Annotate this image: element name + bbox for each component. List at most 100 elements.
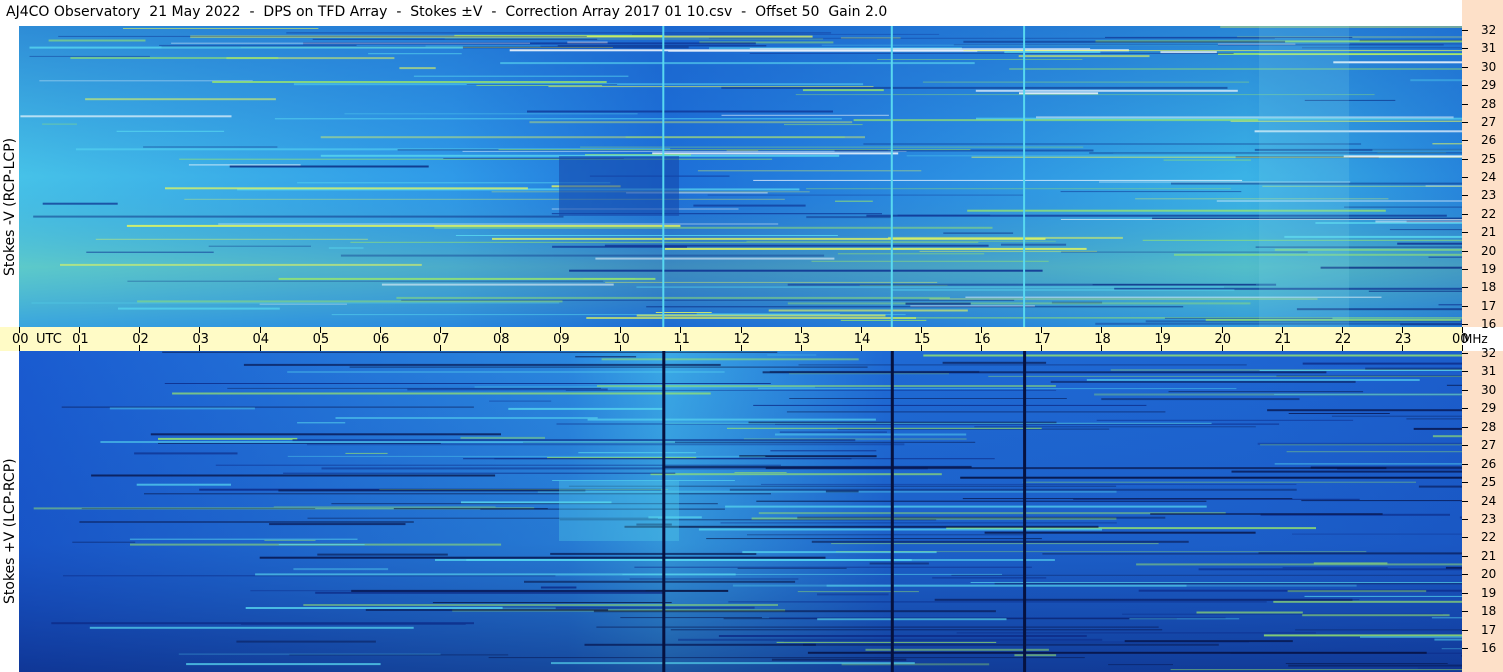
streak	[784, 124, 863, 126]
streak	[1129, 618, 1240, 620]
streak	[48, 39, 146, 42]
streak	[786, 411, 1166, 413]
streak	[306, 443, 905, 446]
streak	[891, 289, 1235, 291]
streak	[636, 286, 1224, 288]
streak	[399, 67, 436, 70]
streak	[1001, 243, 1067, 246]
streak	[79, 521, 414, 523]
streak	[737, 567, 847, 569]
streak	[595, 257, 835, 260]
streak	[877, 59, 1083, 60]
streak	[476, 85, 603, 86]
streak	[165, 187, 528, 190]
streak	[587, 418, 876, 421]
streak	[749, 52, 1234, 54]
streak	[1196, 611, 1303, 614]
streak	[1163, 159, 1251, 161]
streak	[746, 240, 1056, 242]
streak	[413, 75, 629, 77]
streak	[1285, 663, 1448, 664]
streak	[1410, 79, 1462, 82]
freq-label: 16	[1481, 641, 1497, 655]
streak	[798, 364, 1247, 366]
streak	[753, 404, 1147, 406]
streak	[1018, 55, 1150, 58]
streak	[963, 50, 1462, 52]
freq-tick	[1462, 103, 1468, 105]
streak	[396, 296, 950, 299]
streak	[407, 388, 608, 391]
streak	[243, 363, 721, 366]
streak	[1434, 638, 1462, 641]
streak	[922, 81, 1250, 83]
streak	[215, 464, 782, 466]
streak	[753, 179, 1243, 181]
streak	[853, 119, 1259, 122]
streak	[670, 629, 1163, 631]
streak	[866, 214, 1447, 217]
time-label: 08	[493, 332, 510, 347]
streak	[1438, 304, 1462, 306]
streak	[137, 300, 563, 303]
streak	[179, 158, 773, 160]
streak	[116, 130, 225, 132]
streak	[1286, 451, 1462, 453]
streak	[1273, 600, 1462, 603]
streak	[565, 389, 1057, 391]
streak	[70, 57, 279, 59]
streak	[1288, 413, 1390, 414]
streak	[171, 42, 530, 44]
streak	[1114, 599, 1360, 601]
streak	[365, 609, 609, 611]
streak	[1389, 229, 1462, 231]
streak	[629, 578, 799, 580]
streak	[668, 50, 978, 52]
streak	[605, 281, 938, 283]
freq-label: 26	[1481, 133, 1497, 148]
streak	[932, 577, 1047, 579]
streak	[208, 245, 311, 247]
streak	[1014, 654, 1057, 657]
vertical-line	[890, 26, 893, 327]
chart-title: AJ4CO Observatory 21 May 2022 - DPS on T…	[6, 4, 888, 20]
streak	[1368, 290, 1462, 292]
streak	[283, 472, 676, 474]
vertical-line	[1023, 351, 1027, 672]
freq-label: 28	[1481, 96, 1497, 111]
streak	[988, 375, 1462, 377]
bottom-bright-patch	[559, 481, 679, 541]
freq-label: 32	[1481, 23, 1497, 37]
streak	[817, 593, 889, 596]
streak	[123, 28, 319, 29]
streak	[502, 606, 755, 609]
streak	[350, 241, 979, 243]
streak	[652, 152, 899, 155]
streak	[164, 383, 771, 384]
streak	[725, 505, 1207, 508]
streak	[259, 303, 347, 305]
streak	[29, 55, 150, 57]
streak	[620, 617, 762, 619]
streak	[527, 110, 833, 113]
freq-tick	[1462, 537, 1468, 539]
streak	[835, 551, 1367, 553]
streak	[696, 313, 840, 316]
streak	[1274, 393, 1462, 395]
streak	[1417, 667, 1462, 669]
streak	[1136, 563, 1462, 566]
streak	[1019, 92, 1099, 95]
streak	[136, 483, 231, 486]
streak	[835, 200, 873, 202]
streak	[466, 84, 618, 85]
streak	[837, 253, 985, 255]
freq-tick	[1462, 250, 1468, 252]
streak	[662, 465, 972, 468]
freq-tick	[1462, 426, 1468, 428]
streak	[575, 356, 637, 358]
streak	[1350, 43, 1462, 45]
streak	[624, 525, 1099, 528]
streak	[1441, 648, 1462, 650]
streak	[1092, 284, 1256, 286]
streak	[698, 528, 1102, 531]
